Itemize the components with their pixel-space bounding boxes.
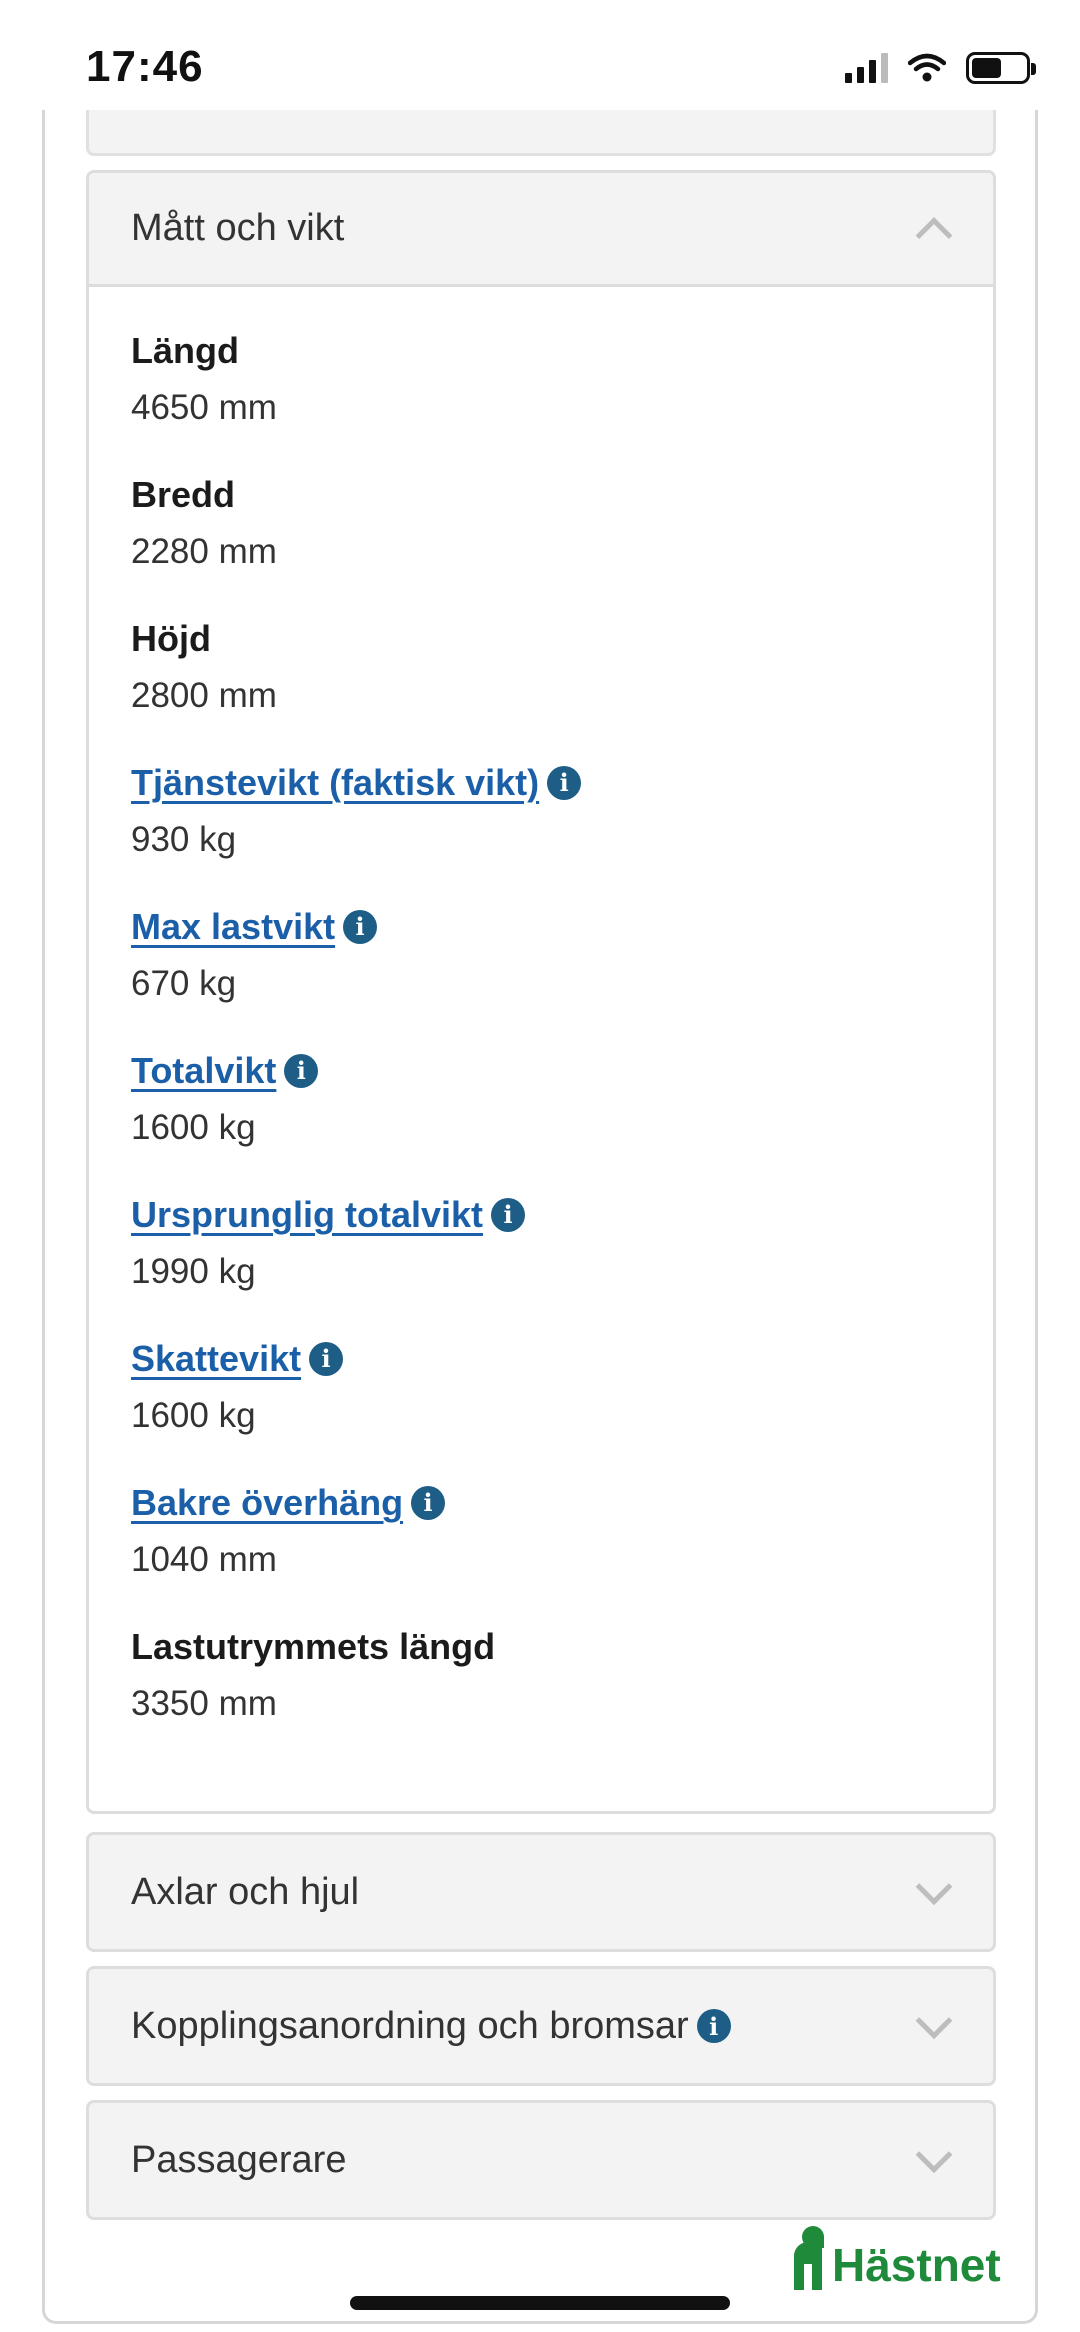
curb-weight-link[interactable]: Tjänstevikt (faktisk vikt)	[131, 757, 539, 809]
field-value: 930 kg	[131, 820, 237, 859]
original-total-weight-link[interactable]: Ursprunglig totalvikt	[131, 1189, 483, 1241]
info-icon[interactable]: i	[696, 2009, 731, 2043]
field-value: 2800 mm	[131, 676, 277, 715]
accordion-coupling-brakes: Kopplingsanordning och bromsar i	[86, 1966, 996, 2086]
accordion-passengers: Passagerare	[86, 2100, 996, 2220]
logo-text: Hästnet	[832, 2239, 1001, 2291]
info-icon[interactable]: i	[547, 766, 582, 800]
accordion-header-passengers[interactable]: Passagerare	[89, 2103, 993, 2217]
field-rear-overhang: Bakre överhäng i 1040 mm	[131, 1477, 993, 1621]
field-cargo-length: Lastutrymmets längd 3350 mm	[131, 1621, 993, 1765]
field-label: Bredd	[131, 474, 236, 515]
field-value: 670 kg	[131, 964, 237, 1003]
field-label: Längd	[131, 330, 239, 371]
accordion-title: Passagerare	[131, 2138, 347, 2181]
accordion-title: Axlar och hjul	[131, 1870, 360, 1913]
field-value: 1600 kg	[131, 1396, 256, 1435]
status-time: 17:46	[86, 42, 204, 91]
field-max-load: Max lastvikt i 670 kg	[131, 901, 993, 1045]
field-value: 2280 mm	[131, 532, 277, 571]
status-icons	[845, 46, 1036, 90]
tax-weight-link[interactable]: Skattevikt	[131, 1333, 301, 1385]
field-curb-weight: Tjänstevikt (faktisk vikt) i 930 kg	[131, 757, 993, 901]
max-load-link[interactable]: Max lastvikt	[131, 901, 335, 953]
info-icon[interactable]: i	[411, 1486, 446, 1520]
field-width: Bredd 2280 mm	[131, 469, 993, 613]
field-label: Höjd	[131, 618, 211, 659]
cellular-signal-icon	[845, 53, 888, 83]
chevron-down-icon[interactable]	[915, 2002, 953, 2040]
accordion-dimensions-weight: Mått och vikt Längd 4650 mm Bredd 2280 m…	[86, 170, 996, 1814]
field-value: 4650 mm	[131, 388, 277, 427]
battery-icon	[966, 52, 1036, 84]
info-icon[interactable]: i	[284, 1054, 319, 1088]
field-height: Höjd 2800 mm	[131, 613, 993, 757]
accordion-body: Längd 4650 mm Bredd 2280 mm Höjd 2800 mm…	[89, 287, 993, 1765]
field-tax-weight: Skattevikt i 1600 kg	[131, 1333, 993, 1477]
accordion-header-dimensions-weight[interactable]: Mått och vikt	[89, 173, 993, 287]
rear-overhang-link[interactable]: Bakre överhäng	[131, 1477, 403, 1529]
accordion-header-axles-wheels[interactable]: Axlar och hjul	[89, 1835, 993, 1949]
accordion-title: Mått och vikt	[131, 207, 345, 249]
info-icon[interactable]: i	[343, 910, 378, 944]
chevron-down-icon[interactable]	[915, 1868, 953, 1906]
field-label: Lastutrymmets längd	[131, 1626, 496, 1667]
previous-section-tail[interactable]	[86, 110, 996, 156]
field-total-weight: Totalvikt i 1600 kg	[131, 1045, 993, 1189]
field-original-total-weight: Ursprunglig totalvikt i 1990 kg	[131, 1189, 993, 1333]
chevron-up-icon[interactable]	[915, 216, 953, 254]
info-icon[interactable]: i	[309, 1342, 344, 1376]
field-value: 1600 kg	[131, 1108, 256, 1147]
field-value: 1990 kg	[131, 1252, 256, 1291]
horse-head-logo-icon	[792, 2226, 826, 2290]
field-value: 3350 mm	[131, 1684, 277, 1723]
hastnet-logo: Hästnet	[792, 2226, 1001, 2290]
wifi-icon	[908, 53, 946, 82]
chevron-down-icon[interactable]	[915, 2136, 953, 2174]
field-value: 1040 mm	[131, 1540, 277, 1579]
info-icon[interactable]: i	[491, 1198, 526, 1232]
field-length: Längd 4650 mm	[131, 325, 993, 469]
total-weight-link[interactable]: Totalvikt	[131, 1045, 276, 1097]
accordion-axles-wheels: Axlar och hjul	[86, 1832, 996, 1952]
accordion-header-coupling-brakes[interactable]: Kopplingsanordning och bromsar i	[89, 1969, 993, 2083]
home-indicator[interactable]	[350, 2296, 730, 2310]
accordion-title: Kopplingsanordning och bromsar	[131, 2004, 689, 2047]
